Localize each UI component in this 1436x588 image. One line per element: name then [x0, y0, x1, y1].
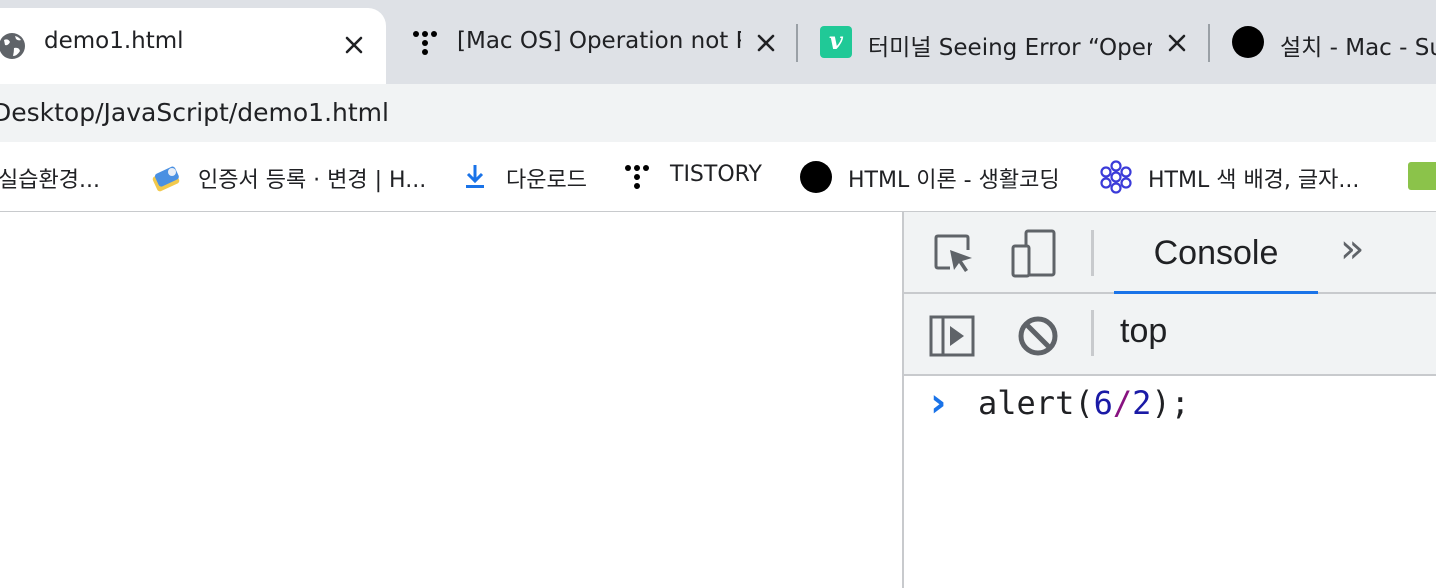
toolbar-divider [1091, 310, 1094, 356]
tab-title: 설치 - Mac - Su [1280, 35, 1436, 61]
browser-window: demo1.html [Mac OS] Operation not Pe v 터 [0, 0, 1436, 588]
bookmark-item[interactable] [1406, 142, 1436, 212]
bookmarks-bar: 실습환경... 인증서 등록 · 변경 | H... 다운로드 TISTORY … [0, 142, 1436, 212]
code-number: 6 [1093, 384, 1113, 422]
code-end: ); [1151, 384, 1190, 422]
toolbar-divider [1091, 230, 1094, 276]
bookmark-label: 실습환경... [0, 168, 100, 193]
tab-separator [1208, 24, 1210, 62]
tistory-icon [413, 31, 437, 55]
bookmark-item[interactable]: HTML 이론 - 생활코딩 [800, 142, 1080, 212]
tab-velog[interactable]: v 터미널 Seeing Error “Opera [806, 8, 1206, 84]
more-tabs-icon[interactable]: » [1340, 226, 1364, 272]
tab-title: [Mac OS] Operation not Pe [457, 28, 741, 54]
url-text[interactable]: Desktop/JavaScript/demo1.html [0, 98, 389, 127]
code-operator: / [1112, 384, 1133, 422]
tab-demo1[interactable]: demo1.html [0, 8, 386, 84]
code-number: 2 [1132, 384, 1152, 422]
velog-icon: v [820, 26, 852, 58]
console-toolbar: top [904, 294, 1436, 376]
console-input-line[interactable]: alert(6/2); [978, 384, 1190, 422]
code-function: alert( [978, 384, 1094, 422]
download-icon [466, 165, 484, 188]
bookmark-item[interactable]: 다운로드 [460, 142, 600, 212]
console-output[interactable]: › alert(6/2); [904, 376, 1436, 588]
bookmark-label: TISTORY [670, 162, 762, 187]
tab-install[interactable]: 설치 - Mac - Su [1218, 8, 1436, 84]
bookmark-label: HTML 이론 - 생활코딩 [848, 168, 1060, 193]
tab-title: demo1.html [44, 28, 184, 54]
inspect-element-icon[interactable] [932, 232, 976, 276]
bookmark-item[interactable]: 실습환경... [0, 142, 120, 212]
black-circle-icon [800, 161, 832, 193]
prompt-chevron-icon: › [930, 380, 947, 426]
globe-icon [0, 33, 25, 59]
context-selector[interactable]: top [1120, 312, 1167, 351]
tab-console[interactable]: Console [1114, 212, 1318, 294]
certificate-icon [152, 166, 180, 192]
close-icon[interactable] [1164, 30, 1190, 56]
bookmark-label: 인증서 등록 · 변경 | H... [198, 168, 427, 193]
close-icon[interactable] [753, 30, 779, 56]
w3schools-icon [1408, 162, 1436, 190]
tab-separator [796, 24, 798, 62]
tab-title: 터미널 Seeing Error “Opera [868, 35, 1152, 61]
close-icon[interactable] [341, 32, 367, 58]
page-viewport [0, 212, 902, 588]
bookmark-label: HTML 색 배경, 글자... [1148, 168, 1360, 193]
bookmark-item[interactable]: HTML 색 배경, 글자... [1098, 142, 1378, 212]
tab-tistory[interactable]: [Mac OS] Operation not Pe [396, 8, 796, 84]
device-toggle-icon[interactable] [1010, 228, 1058, 280]
address-bar[interactable]: Desktop/JavaScript/demo1.html [0, 84, 1436, 142]
tab-strip: demo1.html [Mac OS] Operation not Pe v 터 [0, 0, 1436, 84]
bookmark-label: 다운로드 [506, 168, 587, 193]
bookmark-item[interactable]: 인증서 등록 · 변경 | H... [148, 142, 438, 212]
hexagon-network-icon [1100, 160, 1132, 194]
black-circle-icon [1232, 26, 1264, 58]
clear-console-icon[interactable] [1016, 314, 1060, 358]
tistory-icon [625, 165, 649, 189]
bookmark-item[interactable]: TISTORY [622, 142, 782, 212]
devtools-panel: Console » top › alert(6/2); [902, 212, 1436, 588]
devtools-toolbar: Console » [904, 212, 1436, 295]
sidebar-toggle-icon[interactable] [928, 314, 976, 358]
